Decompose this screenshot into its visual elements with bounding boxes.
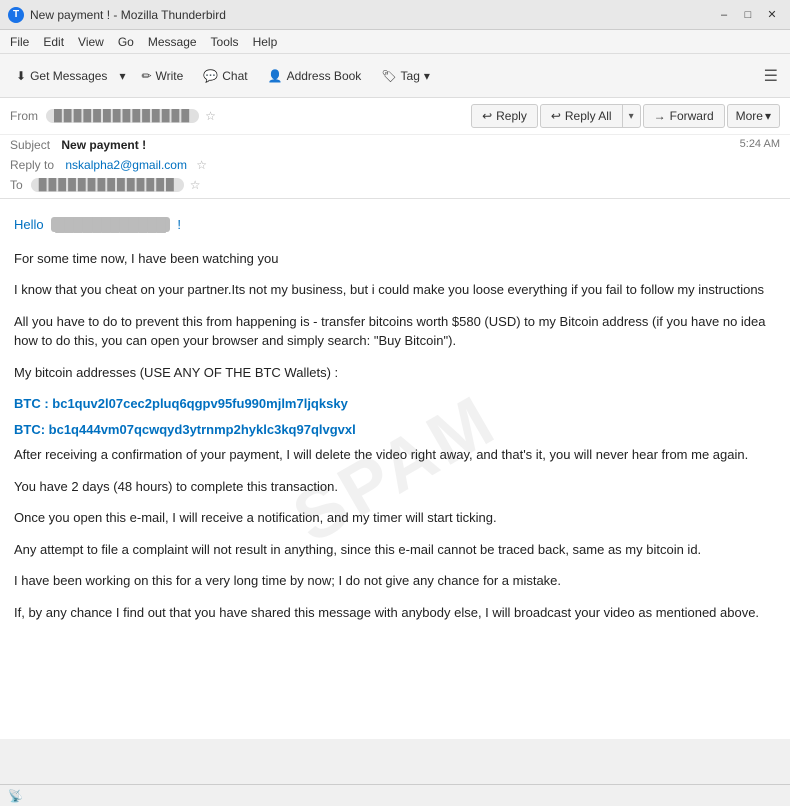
body-para10: If, by any chance I find out that you ha… — [14, 603, 776, 623]
menu-tools[interactable]: Tools — [205, 33, 245, 51]
chat-button[interactable]: 💬 Chat — [195, 65, 255, 87]
chat-icon: 💬 — [203, 69, 218, 83]
greeting-text: Hello — [14, 217, 44, 232]
email-actions-bar: From ██████████████ ☆ ↩ Reply ↩ Reply Al… — [0, 98, 790, 135]
more-button[interactable]: More ▾ — [727, 104, 780, 128]
reply-button[interactable]: ↩ Reply — [471, 104, 538, 128]
menu-view[interactable]: View — [72, 33, 110, 51]
dropdown-arrow-icon: ▾ — [119, 69, 125, 83]
window-title: New payment ! - Mozilla Thunderbird — [30, 8, 226, 22]
status-bar: 📡 — [0, 784, 790, 806]
write-icon: ✏ — [141, 69, 151, 83]
reply-label: Reply — [496, 109, 527, 123]
from-row: From ██████████████ ☆ — [10, 109, 471, 123]
address-book-button[interactable]: 👤 Address Book — [260, 65, 370, 87]
replyto-star-icon[interactable]: ☆ — [196, 158, 207, 172]
body-para5: After receiving a confirmation of your p… — [14, 445, 776, 465]
write-label: Write — [156, 69, 184, 83]
from-star-icon[interactable]: ☆ — [205, 109, 216, 123]
tag-button[interactable]: 🏷 Tag ▾ — [373, 65, 438, 87]
to-star-icon[interactable]: ☆ — [190, 178, 201, 192]
more-label: More — [736, 109, 763, 123]
maximize-button[interactable]: □ — [738, 5, 758, 25]
toolbar: ⬇ Get Messages ▾ ✏ Write 💬 Chat 👤 Addres… — [0, 54, 790, 98]
reply-icon: ↩ — [482, 109, 492, 123]
reply-all-button-group: ↩ Reply All ▾ — [540, 104, 641, 128]
btc-address-2: BTC: bc1q444vm07qcwqyd3ytrnmp2hyklc3kq97… — [14, 420, 776, 440]
minimize-button[interactable]: – — [714, 5, 734, 25]
menu-bar: File Edit View Go Message Tools Help — [0, 30, 790, 54]
menu-message[interactable]: Message — [142, 33, 203, 51]
subject-label: Subject — [10, 138, 50, 152]
body-para7: Once you open this e-mail, I will receiv… — [14, 508, 776, 528]
replyto-row: Reply to nskalpha2@gmail.com ☆ — [0, 155, 790, 175]
body-para8: Any attempt to file a complaint will not… — [14, 540, 776, 560]
tag-dropdown-icon: ▾ — [424, 69, 430, 83]
address-book-icon: 👤 — [268, 69, 283, 83]
tag-icon: 🏷 — [381, 69, 396, 83]
to-value: ██████████████ — [31, 178, 184, 192]
time-value: 5:24 AM — [740, 138, 780, 150]
replyto-value: nskalpha2@gmail.com — [65, 158, 187, 172]
replyto-label: Reply to — [10, 158, 54, 172]
menu-help[interactable]: Help — [247, 33, 284, 51]
app-icon: T — [8, 7, 24, 23]
get-messages-btn-group: ⬇ Get Messages ▾ — [8, 65, 129, 87]
status-icon: 📡 — [8, 789, 23, 803]
menu-edit[interactable]: Edit — [37, 33, 70, 51]
chat-label: Chat — [222, 69, 247, 83]
reply-all-label: Reply All — [565, 109, 612, 123]
to-label: To — [10, 178, 23, 192]
get-messages-icon: ⬇ — [16, 69, 26, 83]
body-para4: My bitcoin addresses (USE ANY OF THE BTC… — [14, 363, 776, 383]
forward-button[interactable]: → Forward — [643, 104, 725, 128]
get-messages-label: Get Messages — [30, 69, 107, 83]
close-button[interactable]: ✕ — [762, 5, 782, 25]
subject-value: New payment ! — [61, 138, 146, 152]
menu-file[interactable]: File — [4, 33, 35, 51]
reply-all-button[interactable]: ↩ Reply All — [541, 105, 623, 127]
body-para2: I know that you cheat on your partner.It… — [14, 280, 776, 300]
body-para3: All you have to do to prevent this from … — [14, 312, 776, 351]
forward-label: Forward — [670, 109, 714, 123]
get-messages-button[interactable]: ⬇ Get Messages — [8, 65, 115, 87]
from-value: ██████████████ — [46, 109, 199, 123]
btc-address-1: BTC : bc1quv2l07cec2pluq6qgpv95fu990mjlm… — [14, 394, 776, 414]
body-para1: For some time now, I have been watching … — [14, 249, 776, 269]
greeting-end: ! — [177, 217, 181, 232]
body-para6: You have 2 days (48 hours) to complete t… — [14, 477, 776, 497]
greeting-name: ████████████ — [51, 217, 170, 232]
address-book-label: Address Book — [287, 69, 362, 83]
email-body-content: Hello ████████████ ! For some time now, … — [14, 215, 776, 622]
more-arrow-icon: ▾ — [765, 109, 771, 123]
menu-go[interactable]: Go — [112, 33, 140, 51]
action-buttons: ↩ Reply ↩ Reply All ▾ → Forward More ▾ — [471, 104, 780, 128]
get-messages-dropdown[interactable]: ▾ — [115, 65, 129, 87]
body-para9: I have been working on this for a very l… — [14, 571, 776, 591]
forward-icon: → — [654, 109, 666, 123]
tag-label: Tag — [401, 69, 420, 83]
email-header: From ██████████████ ☆ ↩ Reply ↩ Reply Al… — [0, 98, 790, 199]
title-bar: T New payment ! - Mozilla Thunderbird – … — [0, 0, 790, 30]
hamburger-menu-icon[interactable]: ☰ — [760, 62, 782, 90]
reply-all-icon: ↩ — [551, 109, 561, 123]
greeting-paragraph: Hello ████████████ ! — [14, 215, 776, 235]
write-button[interactable]: ✏ Write — [133, 65, 191, 87]
to-row: To ██████████████ ☆ — [0, 175, 790, 198]
subject-row: Subject New payment ! 5:24 AM — [0, 135, 790, 155]
reply-all-dropdown[interactable]: ▾ — [623, 107, 640, 126]
email-body: SPAM Hello ████████████ ! For some time … — [0, 199, 790, 739]
window-controls: – □ ✕ — [714, 5, 782, 25]
from-label: From — [10, 109, 38, 123]
